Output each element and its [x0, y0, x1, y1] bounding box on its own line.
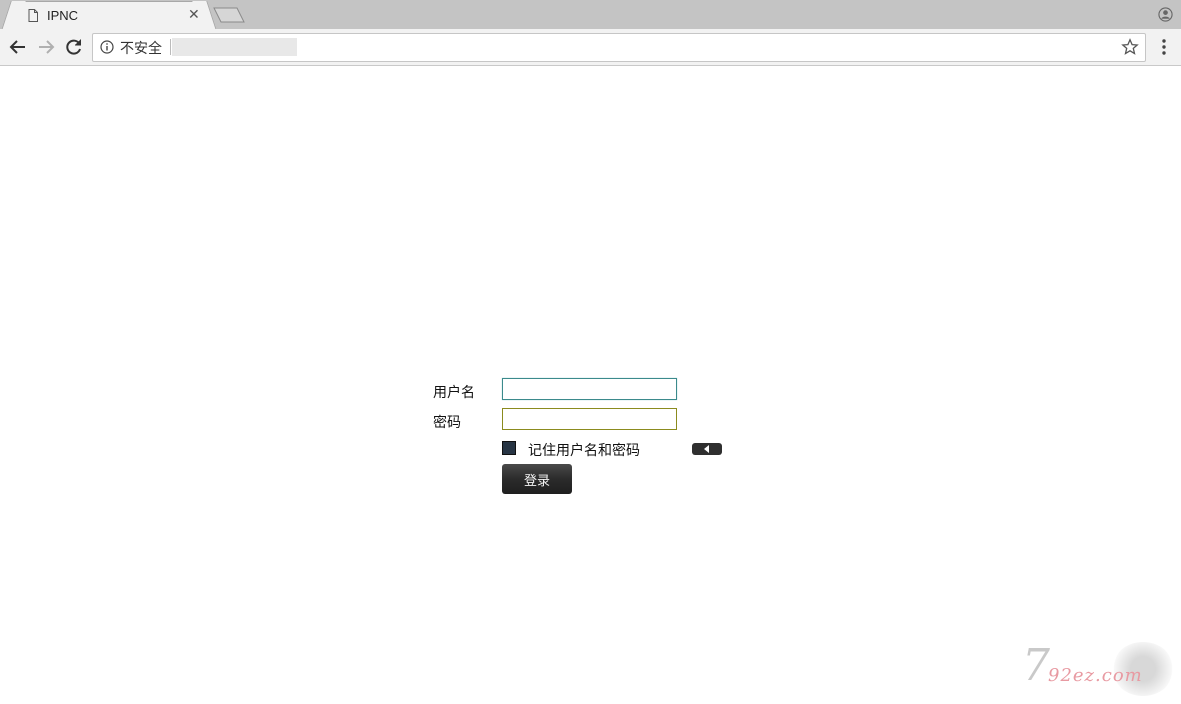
remember-checkbox[interactable] [502, 441, 516, 455]
watermark-text: 92ez.com [1048, 665, 1143, 686]
kebab-menu-icon[interactable] [1156, 38, 1172, 56]
profile-icon[interactable] [1158, 7, 1173, 22]
browser-tab[interactable]: IPNC ✕ [14, 2, 204, 30]
username-label: 用户名 [433, 385, 475, 401]
username-input[interactable] [502, 378, 677, 400]
forward-arrow-icon[interactable] [36, 37, 56, 57]
login-button[interactable]: 登录 [502, 464, 572, 494]
info-icon[interactable] [100, 40, 114, 54]
caret-left-icon [704, 445, 709, 453]
address-bar[interactable]: 不安全 [92, 33, 1146, 62]
back-arrow-icon[interactable] [8, 37, 28, 57]
new-tab-button[interactable] [213, 7, 245, 23]
dropdown-toggle-button[interactable] [692, 443, 722, 455]
watermark-mark: 7 [1022, 640, 1050, 691]
reload-icon[interactable] [64, 37, 84, 57]
tab-strip: IPNC ✕ [0, 0, 1181, 30]
password-label: 密码 [433, 415, 461, 431]
watermark-logo: 7 92ez.com [1020, 640, 1180, 700]
address-divider [170, 39, 171, 55]
url-redacted [172, 38, 297, 56]
tab-title: IPNC [47, 8, 79, 23]
browser-toolbar: 不安全 [0, 29, 1181, 66]
bookmark-star-icon[interactable] [1121, 38, 1139, 56]
close-tab-icon[interactable]: ✕ [188, 7, 200, 23]
remember-label[interactable]: 记住用户名和密码 [528, 440, 640, 460]
security-status[interactable]: 不安全 [120, 38, 162, 58]
page-icon [28, 9, 38, 22]
password-input[interactable] [502, 408, 677, 430]
